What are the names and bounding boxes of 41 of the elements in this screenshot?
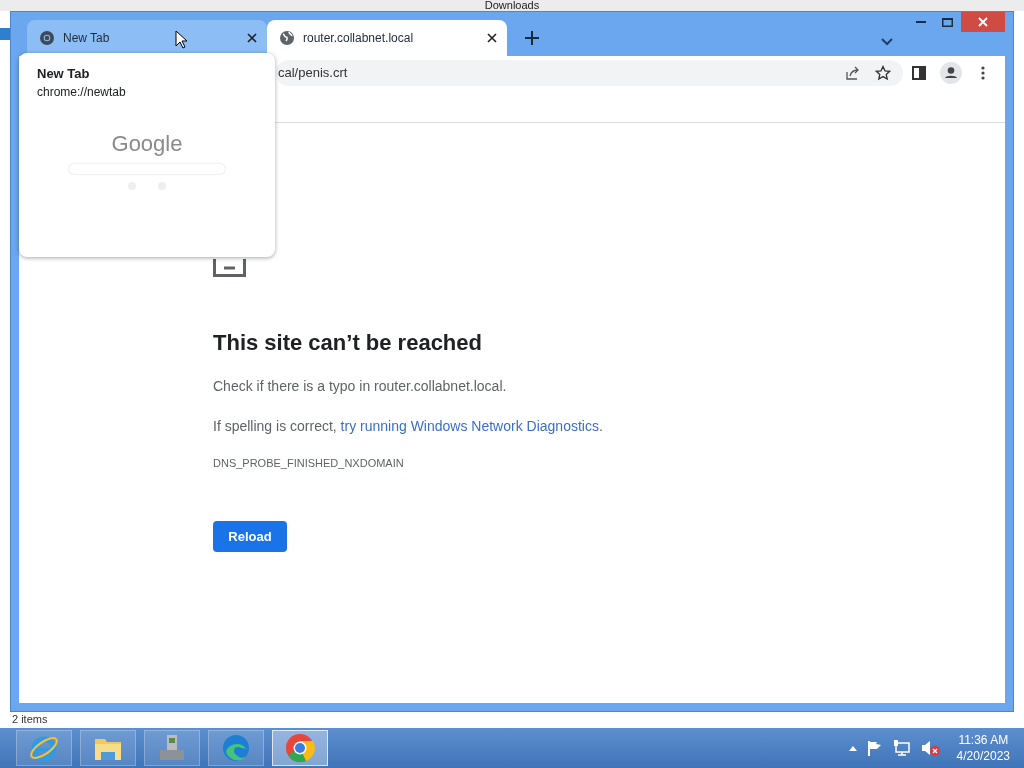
minimize-icon[interactable] [915,21,926,23]
clock[interactable]: 11:36 AM 4/20/2023 [956,732,1010,764]
close-icon[interactable] [487,33,497,43]
taskbar-button[interactable] [80,730,136,766]
show-hidden-icons-icon[interactable] [848,745,857,751]
address-bar[interactable]: cal/penis.crt [276,59,903,86]
sad-page-icon [213,259,246,277]
profile-icon[interactable] [940,61,962,84]
side-panel-icon[interactable] [912,65,926,80]
status-text: 2 items [12,713,48,726]
flag-icon[interactable] [866,740,883,756]
muted-speaker-icon[interactable] [920,739,941,757]
chrome-icon [39,30,55,46]
error-heading: This site can’t be reached [213,329,483,357]
chrome-icon [284,732,316,764]
maximize-icon[interactable] [942,17,953,27]
tab-search-chevron-icon[interactable] [881,38,893,46]
mouse-cursor-icon [175,30,187,49]
share-icon[interactable] [845,64,861,81]
globe-icon [279,30,295,46]
menu-icon[interactable] [981,65,985,80]
close-window-button[interactable] [961,12,1005,32]
clock-date: 4/20/2023 [956,748,1010,764]
diagnostics-link[interactable]: try running Windows Network Diagnostics [340,418,599,434]
browser-tab[interactable]: New Tab [27,20,267,56]
reload-button[interactable]: Reload [213,521,287,552]
diagnostics-hint: If spelling is correct, try running Windows Network Diagnostics. [213,417,604,435]
network-icon[interactable] [892,740,911,756]
card-title: New Tab [37,65,91,82]
browser-tab[interactable]: router.collabnet.local [267,20,507,56]
selected-row [0,28,10,40]
error-code: DNS_PROBE_FINISHED_NXDOMAIN [213,457,405,469]
close-icon[interactable] [247,33,257,43]
error-message: Check if there is a typo in router.collabnet.local. [213,377,508,395]
edge-icon [220,732,252,764]
clock-time: 11:36 AM [958,732,1009,748]
window-title: Downloads [484,0,540,11]
star-icon[interactable] [875,64,891,81]
taskbar-button[interactable] [272,730,328,766]
thumbnail-logo: Google [111,132,183,156]
card-url: chrome://newtab [37,84,127,101]
